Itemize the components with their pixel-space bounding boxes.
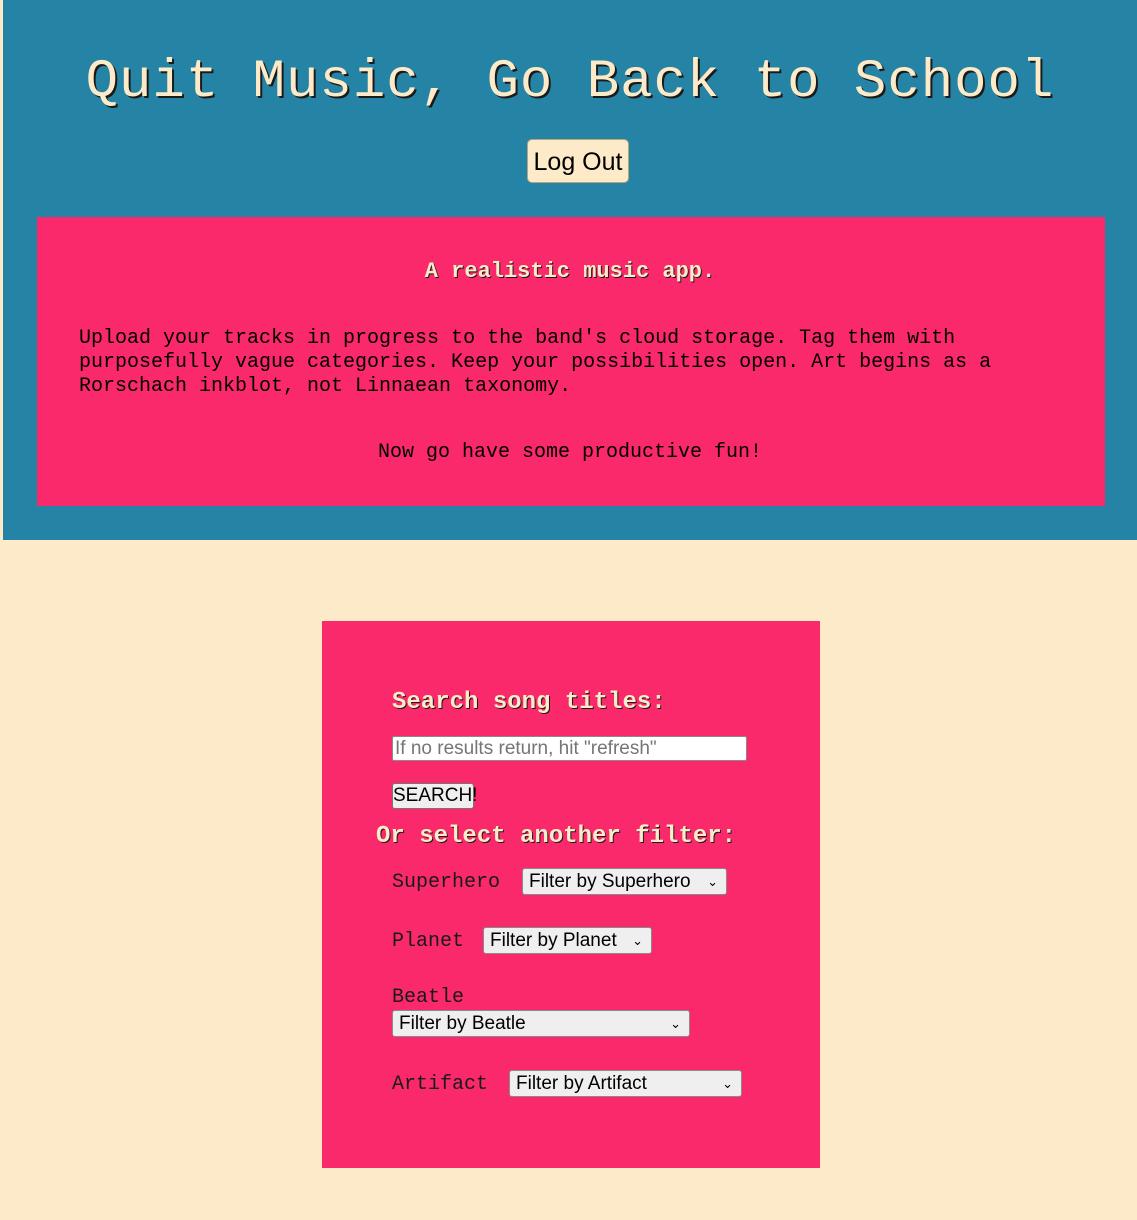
planet-select[interactable]: Filter by Planet ⌄: [483, 927, 652, 954]
superhero-select-value: Filter by Superhero: [529, 871, 691, 892]
artifact-label: Artifact: [392, 1073, 489, 1096]
chevron-down-icon: ⌄: [707, 874, 718, 889]
search-panel: Search song titles: SEARCH! Or select an…: [322, 621, 820, 1168]
planet-label: Planet: [392, 930, 465, 953]
chevron-down-icon: ⌄: [722, 1076, 733, 1091]
planet-select-value: Filter by Planet: [490, 930, 617, 951]
beatle-label: Beatle: [392, 986, 465, 1009]
beatle-select-value: Filter by Beatle: [399, 1013, 526, 1034]
superhero-label: Superhero: [392, 871, 501, 894]
artifact-select[interactable]: Filter by Artifact ⌄: [509, 1070, 742, 1097]
search-input[interactable]: [392, 736, 747, 761]
filter-heading: Or select another filter:: [376, 823, 737, 850]
tagline: A realistic music app.: [424, 259, 716, 284]
logout-button[interactable]: Log Out: [527, 139, 629, 183]
beatle-select[interactable]: Filter by Beatle ⌄: [392, 1010, 690, 1037]
page-title: Quit Music, Go Back to School: [85, 52, 1055, 113]
search-heading: Search song titles:: [392, 689, 666, 716]
chevron-down-icon: ⌄: [670, 1016, 681, 1031]
intro-description: Upload your tracks in progress to the ba…: [79, 327, 992, 398]
superhero-select[interactable]: Filter by Superhero ⌄: [522, 868, 727, 895]
header: Quit Music, Go Back to School Log Out A …: [3, 0, 1137, 540]
intro-closing: Now go have some productive fun!: [377, 441, 763, 464]
search-button[interactable]: SEARCH!: [392, 783, 477, 809]
chevron-down-icon: ⌄: [632, 933, 643, 948]
artifact-select-value: Filter by Artifact: [516, 1073, 647, 1094]
